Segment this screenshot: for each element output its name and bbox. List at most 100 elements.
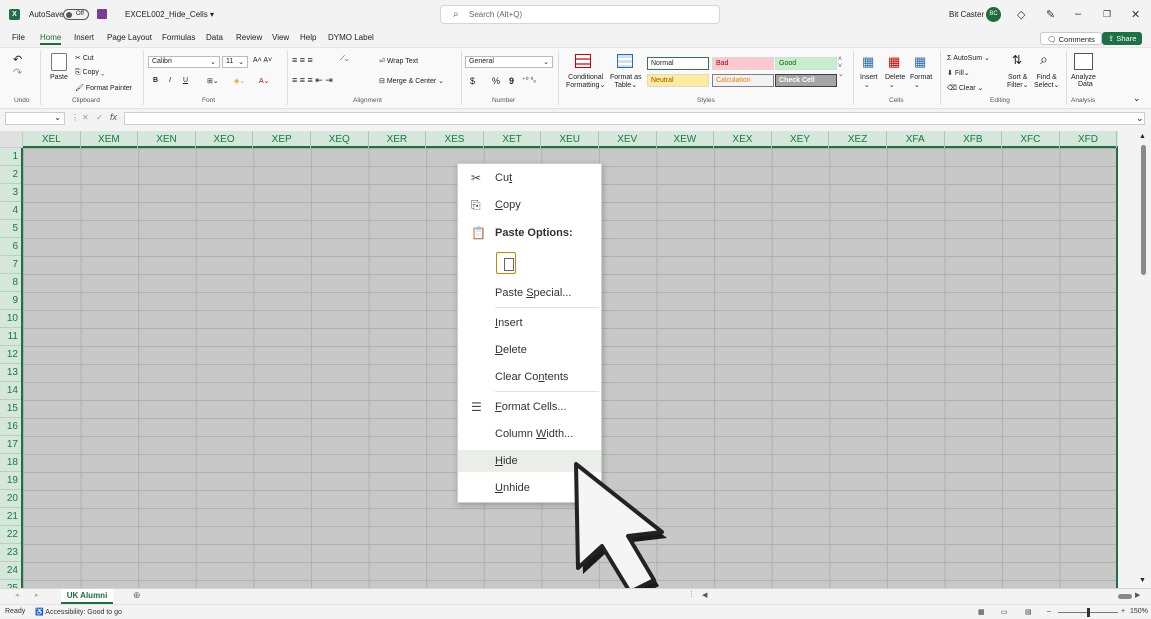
scroll-thumb[interactable] [1141, 145, 1146, 275]
prev-sheet-icon[interactable]: ◂ [15, 591, 19, 599]
sheet-tab-uk-alumni[interactable]: UK Alumni [61, 589, 113, 604]
delete-cells-icon[interactable]: ▦ [888, 54, 900, 70]
delete-cells-button[interactable]: Delete ⌄ [885, 74, 905, 89]
conditional-formatting-icon[interactable] [575, 54, 591, 68]
cancel-icon[interactable]: ✕ [82, 113, 89, 122]
comments-button[interactable]: 🗨 Comments [1040, 32, 1102, 45]
paste-clipboard-icon[interactable] [496, 252, 516, 274]
undo-icon[interactable]: ↶ [13, 53, 22, 66]
insert-cells-button[interactable]: Insert ⌄ [860, 74, 878, 89]
scroll-down-icon[interactable]: ▼ [1139, 577, 1146, 584]
row-header[interactable]: 4 [0, 202, 21, 220]
accessibility-status[interactable]: ♿ Accessibility: Good to go [35, 608, 122, 616]
zoom-in-icon[interactable]: + [1121, 608, 1125, 615]
close-icon[interactable]: ✕ [1131, 8, 1140, 21]
row-header[interactable]: 15 [0, 400, 21, 418]
column-header[interactable]: XEV [599, 131, 657, 148]
format-table-icon[interactable] [617, 54, 633, 68]
pen-icon[interactable]: ✎ [1046, 8, 1055, 21]
column-header[interactable]: XEQ [311, 131, 369, 148]
menu-item-column-width[interactable]: Column Width... [458, 423, 601, 445]
file-name[interactable]: EXCEL002_Hide_Cells ▾ [125, 10, 214, 19]
increase-font-icon[interactable]: A˄ A˅ [253, 57, 272, 64]
tab-help[interactable]: Help [300, 33, 316, 42]
share-button[interactable]: ⇪ Share [1102, 32, 1143, 45]
row-header[interactable]: 25 [0, 580, 21, 588]
restore-icon[interactable]: ❐ [1103, 9, 1111, 20]
page-break-view-icon[interactable]: ▤ [1025, 608, 1032, 616]
cut-button[interactable]: ✂ Cut [75, 54, 94, 62]
row-header[interactable]: 20 [0, 490, 21, 508]
column-header[interactable]: XES [426, 131, 484, 148]
tab-home[interactable]: Home [40, 33, 62, 45]
italic-button[interactable]: I [169, 77, 171, 84]
zoom-level[interactable]: 150% [1130, 608, 1148, 615]
fill-button[interactable]: ⬇ Fill⌄ [947, 69, 970, 77]
row-header[interactable]: 2 [0, 166, 21, 184]
tab-view[interactable]: View [272, 33, 289, 42]
horizontal-scroll-thumb[interactable] [1118, 594, 1132, 599]
row-header[interactable]: 3 [0, 184, 21, 202]
row-header[interactable]: 1 [0, 148, 21, 166]
orientation-icon[interactable]: ⟋⌄ [340, 55, 349, 63]
row-header[interactable]: 19 [0, 472, 21, 490]
column-header[interactable]: XEM [81, 131, 139, 148]
underline-button[interactable]: U [183, 77, 188, 84]
merge-center-button[interactable]: ⊟ Merge & Center ⌄ [379, 77, 444, 85]
tab-data[interactable]: Data [206, 33, 223, 42]
collapse-ribbon-icon[interactable]: ⌄ [1133, 93, 1141, 104]
column-header[interactable]: XEX [714, 131, 772, 148]
column-header[interactable]: XET [484, 131, 542, 148]
font-color-icon[interactable]: A⌄ [259, 77, 270, 85]
format-painter-button[interactable]: 🖌 Format Painter [75, 84, 132, 92]
menu-item-clear-contents[interactable]: Clear Contents [458, 366, 601, 388]
row-header[interactable]: 12 [0, 346, 21, 364]
find-select-button[interactable]: Find & Select⌄ [1034, 74, 1059, 89]
row-header[interactable]: 22 [0, 526, 21, 544]
tab-formulas[interactable]: Formulas [162, 33, 195, 42]
font-name-combo[interactable]: Calibri ⌄ [148, 56, 220, 68]
add-sheet-icon[interactable]: ⊕ [133, 590, 141, 601]
autosave-toggle[interactable]: Off [63, 9, 89, 20]
column-header[interactable]: XEL [23, 131, 81, 148]
select-all-corner[interactable] [0, 131, 23, 148]
borders-icon[interactable]: ⊞⌄ [207, 77, 219, 85]
percent-button[interactable]: % [492, 76, 500, 86]
row-header[interactable]: 6 [0, 238, 21, 256]
menu-item-copy[interactable]: ⎘ Copy [458, 194, 601, 216]
gallery-scroll-icon[interactable]: ˄ ˅ ⌄ [838, 56, 844, 78]
expand-formula-icon[interactable]: ⌄ [1136, 113, 1144, 124]
column-header[interactable]: XER [369, 131, 427, 148]
row-header[interactable]: 17 [0, 436, 21, 454]
menu-item-paste-special[interactable]: Paste Special... [458, 282, 601, 304]
fx-icon[interactable]: fx [110, 112, 117, 122]
sort-filter-icon[interactable]: ⇅ [1012, 53, 1022, 67]
menu-item-insert[interactable]: Insert [458, 312, 601, 334]
formula-input[interactable] [124, 112, 1145, 125]
zoom-out-icon[interactable]: – [1047, 608, 1051, 615]
tab-insert[interactable]: Insert [74, 33, 94, 42]
column-header[interactable]: XEO [196, 131, 254, 148]
row-header[interactable]: 16 [0, 418, 21, 436]
cell-style-bad[interactable]: Bad [712, 57, 774, 70]
comma-button[interactable]: 9 [509, 76, 514, 86]
row-header[interactable]: 11 [0, 328, 21, 346]
save-icon[interactable] [97, 9, 107, 19]
row-header[interactable]: 23 [0, 544, 21, 562]
format-cells-icon[interactable]: ▦ [914, 54, 926, 70]
column-header[interactable]: XFA [887, 131, 945, 148]
tab-page-layout[interactable]: Page Layout [107, 33, 152, 42]
autosum-button[interactable]: Σ AutoSum ⌄ [947, 54, 990, 62]
paste-icon[interactable] [51, 53, 67, 71]
row-header[interactable]: 10 [0, 310, 21, 328]
normal-view-icon[interactable]: ▦ [978, 608, 985, 616]
conditional-formatting-button[interactable]: Conditional Formatting⌄ [566, 74, 605, 89]
number-format-combo[interactable]: General ⌄ [465, 56, 553, 68]
row-header[interactable]: 7 [0, 256, 21, 274]
font-size-combo[interactable]: 11 ⌄ [222, 56, 248, 68]
cell-style-normal[interactable]: Normal [647, 57, 709, 70]
wrap-text-button[interactable]: ⏎ Wrap Text [379, 57, 418, 65]
diamond-icon[interactable]: ◇ [1017, 8, 1025, 21]
tab-dymo-label[interactable]: DYMO Label [328, 33, 374, 42]
vertical-scrollbar[interactable]: ▲ ▼ [1136, 131, 1151, 588]
